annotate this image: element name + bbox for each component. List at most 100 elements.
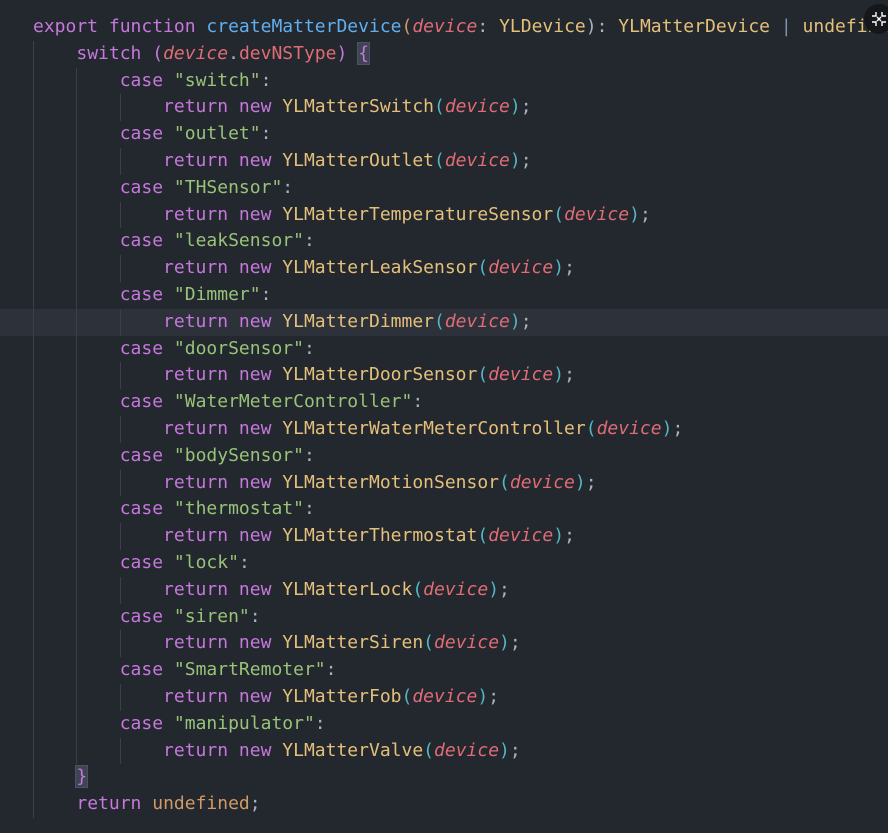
code-token: )	[509, 149, 521, 171]
code-token: "WaterMeterController"	[173, 391, 413, 413]
indent-guide	[76, 255, 78, 282]
code-line[interactable]: return new YLMatterDoorSensor(device);	[0, 362, 888, 390]
indent-guide	[119, 630, 121, 658]
code-line[interactable]: return new YLMatterWaterMeterController(…	[0, 415, 888, 443]
indent-guide	[119, 523, 121, 550]
code-line[interactable]: case "switch":	[0, 67, 888, 95]
code-line[interactable]: return new YLMatterValve(device);	[0, 737, 888, 765]
indent-guide	[119, 308, 121, 336]
code-line[interactable]: return new YLMatterTemperatureSensor(dev…	[0, 201, 888, 229]
code-token: (	[401, 16, 413, 37]
code-line[interactable]: return new YLMatterSiren(device);	[0, 630, 888, 658]
code-line[interactable]: case "WaterMeterController":	[0, 389, 888, 416]
code-line[interactable]: }	[0, 764, 888, 792]
code-token: return	[163, 417, 229, 439]
code-token: return	[163, 96, 229, 118]
code-token: "THSensor"	[173, 176, 283, 198]
code-line[interactable]: return new YLMatterThermostat(device);	[0, 523, 888, 550]
code-token: return	[163, 685, 229, 707]
code-token: case	[119, 283, 164, 305]
code-token: )	[509, 96, 521, 118]
code-token: )	[488, 578, 500, 600]
code-line[interactable]: case "leakSensor":	[0, 228, 888, 256]
code-token: :	[249, 605, 261, 627]
code-token: ;	[672, 417, 684, 439]
code-line[interactable]: return new YLMatterLeakSensor(device);	[0, 255, 888, 282]
indent-guide	[76, 576, 78, 604]
indent-guide	[33, 710, 34, 738]
indent-guide	[33, 201, 34, 229]
code-token: YLMatterOutlet	[282, 149, 434, 171]
code-token: new	[238, 364, 272, 386]
indent-guide	[33, 469, 34, 497]
code-token: case	[119, 712, 164, 734]
code-token: :	[260, 69, 272, 91]
code-line[interactable]: export function createMatterDevice(devic…	[0, 14, 888, 41]
code-token: device	[444, 310, 510, 332]
code-line[interactable]: case "lock":	[0, 549, 888, 577]
indent-guide	[119, 147, 121, 175]
code-token: ;	[564, 257, 575, 279]
code-line[interactable]: case "Dimmer":	[0, 281, 888, 309]
close-button[interactable]	[864, 4, 888, 34]
code-token: return	[163, 525, 229, 547]
code-line[interactable]: return new YLMatterDimmer(device);	[0, 308, 888, 336]
code-token: ;	[520, 149, 532, 171]
indent-guide	[33, 281, 34, 309]
code-token: ;	[585, 471, 597, 493]
code-token: "SmartRemoter"	[173, 659, 326, 681]
code-line[interactable]: case "manipulator":	[0, 710, 888, 738]
code-token: (	[423, 632, 435, 654]
code-line[interactable]: return new YLMatterFob(device);	[0, 683, 888, 711]
code-line[interactable]: case "bodySensor":	[0, 442, 888, 470]
code-line[interactable]: case "outlet":	[0, 121, 888, 148]
code-token: :	[303, 230, 315, 252]
code-line[interactable]: return new YLMatterMotionSensor(device);	[0, 469, 888, 497]
code-line[interactable]: case "siren":	[0, 603, 888, 631]
code-token: devNSType	[238, 42, 337, 64]
code-token: YLMatterTemperatureSensor	[282, 203, 554, 225]
code-token: undefined	[152, 793, 250, 815]
code-line[interactable]: case "THSensor":	[0, 174, 888, 202]
code-token: )	[574, 471, 586, 493]
code-line[interactable]: return new YLMatterOutlet(device);	[0, 147, 888, 175]
code-line[interactable]: case "thermostat":	[0, 496, 888, 524]
indent-guide	[76, 549, 78, 577]
code-line[interactable]: case "SmartRemoter":	[0, 657, 888, 684]
code-line[interactable]: return undefined;	[0, 791, 888, 818]
code-token: ;	[520, 96, 532, 118]
code-token: YLDevice	[499, 16, 586, 37]
code-editor[interactable]: export function createMatterDevice(devic…	[0, 14, 888, 818]
code-token: :	[412, 391, 424, 413]
code-line[interactable]: switch (device.devNSType) {	[0, 40, 888, 68]
code-token: (	[553, 203, 565, 225]
code-token: switch	[76, 42, 142, 64]
code-token: YLMatterThermostat	[282, 525, 478, 547]
code-token: device	[163, 42, 229, 64]
code-token: )	[509, 310, 521, 332]
code-token: new	[238, 417, 272, 439]
code-line[interactable]: return new YLMatterLock(device);	[0, 576, 888, 604]
code-token: return	[76, 793, 142, 815]
indent-guide	[76, 308, 78, 336]
indent-guide	[33, 335, 34, 363]
code-line[interactable]: return new YLMatterSwitch(device);	[0, 94, 888, 122]
code-token: case	[119, 69, 164, 91]
code-line[interactable]: case "doorSensor":	[0, 335, 888, 363]
indent-guide	[119, 362, 121, 390]
